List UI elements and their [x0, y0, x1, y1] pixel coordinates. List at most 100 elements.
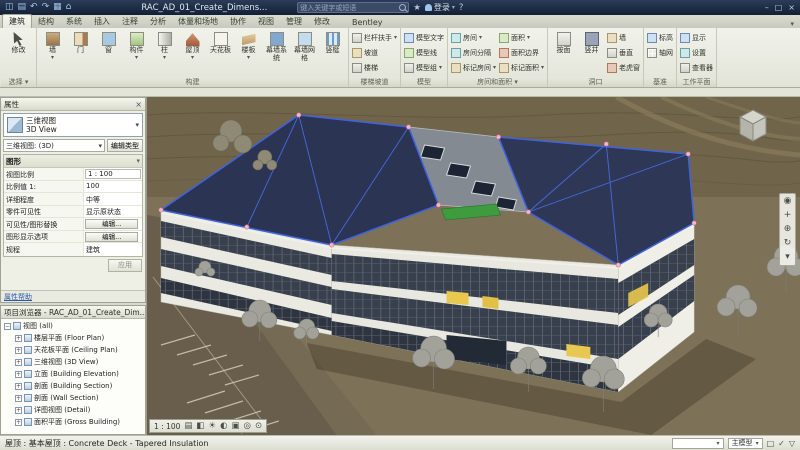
tab-annotate[interactable]: 注释: [116, 15, 144, 28]
type-selector[interactable]: 三维视图 3D View ▾: [3, 113, 143, 137]
editable-only-icon[interactable]: □: [767, 439, 775, 448]
apply-button[interactable]: 应用: [108, 259, 142, 272]
tree-item-wall-section[interactable]: + 剖面 (Wall Section): [1, 392, 145, 404]
search-icon[interactable]: [399, 4, 406, 11]
edit-graphic-display-button[interactable]: 编辑...: [85, 232, 138, 242]
scale-button[interactable]: 1 : 100: [154, 422, 180, 431]
collapse-expander-icon[interactable]: −: [4, 323, 11, 330]
opening-by-face-button[interactable]: 按面: [550, 29, 577, 55]
model-text-button[interactable]: 模型文字: [403, 30, 445, 45]
properties-header[interactable]: 属性 ×: [1, 98, 145, 111]
exchange-apps-icon[interactable]: ★: [413, 3, 421, 13]
panel-label-select[interactable]: 选择 ▾: [1, 77, 36, 87]
tree-item-building-elevation[interactable]: + 立面 (Building Elevation): [1, 368, 145, 380]
panel-label-circulation[interactable]: 楼梯坡道: [349, 77, 400, 87]
model-line-button[interactable]: 模型线: [403, 45, 445, 60]
panel-label-datum[interactable]: 基准: [644, 77, 676, 87]
tag-area-button[interactable]: 标记面积 ▾: [498, 60, 545, 75]
tab-bentley[interactable]: Bentley: [346, 17, 389, 28]
prop-row-scale-value[interactable]: 比例值 1: 100: [4, 181, 142, 194]
press-drag-check-icon[interactable]: ✓: [778, 439, 785, 448]
print-icon[interactable]: ▦: [53, 0, 62, 15]
railing-button[interactable]: 栏杆扶手 ▾: [351, 30, 398, 45]
expand-icon[interactable]: +: [15, 359, 22, 366]
viewer-button[interactable]: 查看器: [679, 60, 714, 75]
floor-button[interactable]: 楼板: [235, 29, 262, 60]
expand-icon[interactable]: +: [15, 395, 22, 402]
curtain-grid-button[interactable]: 幕墙网格: [291, 29, 318, 62]
reveal-hidden-button[interactable]: ⊙: [255, 419, 262, 433]
tab-modify[interactable]: 修改: [308, 15, 336, 28]
window-button[interactable]: 窗: [95, 29, 122, 55]
wall-opening-button[interactable]: 墙: [606, 30, 641, 45]
tab-systems[interactable]: 系统: [60, 15, 88, 28]
help-icon[interactable]: ?: [459, 3, 464, 13]
column-button[interactable]: 柱: [151, 29, 178, 60]
group-graphics[interactable]: 图形 ▾: [4, 155, 142, 168]
prop-row-visibility-overrides[interactable]: 可见性/图形替换 编辑...: [4, 218, 142, 231]
prop-row-detail-level[interactable]: 详细程度 中等: [4, 193, 142, 206]
project-browser-header[interactable]: 项目浏览器 - RAC_AD_01_Create_Dim... ×: [1, 306, 145, 319]
shaft-button[interactable]: 竖井: [578, 29, 605, 55]
save-icon[interactable]: ▤: [18, 0, 27, 15]
open-icon[interactable]: ◫: [5, 0, 14, 15]
instance-selector[interactable]: 三维视图: (3D) ▾: [3, 139, 105, 152]
prop-row-graphic-display[interactable]: 图形显示选项 编辑...: [4, 231, 142, 244]
grid-button[interactable]: 轴网: [646, 45, 674, 60]
close-icon[interactable]: ×: [135, 100, 142, 109]
sun-path-button[interactable]: ☀: [208, 419, 216, 433]
tab-manage[interactable]: 管理: [280, 15, 308, 28]
area-boundary-button[interactable]: 面积边界: [498, 45, 545, 60]
expand-icon[interactable]: +: [15, 419, 22, 426]
tab-collaborate[interactable]: 协作: [224, 15, 252, 28]
modify-button[interactable]: 修改: [3, 29, 34, 55]
tree-item-3d-view[interactable]: + 三维视图 (3D View): [1, 356, 145, 368]
maximize-button[interactable]: □: [775, 3, 783, 12]
steering-wheel-button[interactable]: ◉: [781, 195, 794, 208]
tab-structure[interactable]: 结构: [32, 15, 60, 28]
shadows-button[interactable]: ◐: [220, 419, 227, 433]
tab-insert[interactable]: 插入: [88, 15, 116, 28]
vertical-opening-button[interactable]: 垂直: [606, 45, 641, 60]
expand-icon[interactable]: +: [15, 335, 22, 342]
navbar-more-button[interactable]: ▾: [781, 251, 794, 264]
panel-label-model[interactable]: 模型: [401, 77, 447, 87]
wall-button[interactable]: 墙: [39, 29, 66, 60]
ramp-button[interactable]: 坡道: [351, 45, 398, 60]
dormer-button[interactable]: 老虎窗: [606, 60, 641, 75]
temporary-hide-button[interactable]: ◎: [244, 419, 251, 433]
zoom-button[interactable]: ⊕: [781, 223, 794, 236]
tree-item-detail-view[interactable]: + 详图视图 (Detail): [1, 404, 145, 416]
tab-architecture[interactable]: 建筑: [2, 14, 32, 28]
area-button[interactable]: 面积 ▾: [498, 30, 545, 45]
tab-massing-site[interactable]: 体量和场地: [172, 15, 224, 28]
3d-scene[interactable]: [147, 97, 800, 435]
worksets-dropdown[interactable]: ▾: [672, 438, 724, 449]
visual-style-button[interactable]: ◧: [196, 419, 204, 433]
curtain-system-button[interactable]: 幕墙系统: [263, 29, 290, 62]
tree-item-ceiling-plan[interactable]: + 天花板平面 (Ceiling Plan): [1, 344, 145, 356]
view-cube[interactable]: [730, 103, 776, 149]
door-button[interactable]: 门: [67, 29, 94, 55]
sign-in-button[interactable]: 登录 ▾: [425, 2, 455, 13]
level-button[interactable]: 标高: [646, 30, 674, 45]
pan-button[interactable]: +: [781, 209, 794, 222]
design-option-dropdown[interactable]: 主模型 ▾: [728, 438, 763, 449]
prop-row-view-scale[interactable]: 视图比例 1 : 100: [4, 168, 142, 181]
properties-help-link[interactable]: 属性帮助: [4, 292, 32, 302]
edit-type-button[interactable]: 编辑类型: [107, 139, 143, 152]
crop-view-button[interactable]: ▣: [232, 419, 240, 433]
expand-icon[interactable]: +: [15, 383, 22, 390]
edit-visibility-button[interactable]: 编辑...: [85, 219, 138, 229]
component-button[interactable]: 构件: [123, 29, 150, 60]
ribbon-display-toggle[interactable]: ▾: [790, 20, 794, 28]
search-box[interactable]: [297, 2, 409, 13]
prop-row-parts-visibility[interactable]: 零件可见性 显示原状态: [4, 206, 142, 219]
panel-label-opening[interactable]: 洞口: [548, 77, 643, 87]
model-group-button[interactable]: 模型组 ▾: [403, 60, 445, 75]
minimize-button[interactable]: –: [765, 3, 769, 12]
tree-item-floor-plan[interactable]: + 楼层平面 (Floor Plan): [1, 332, 145, 344]
roof-button[interactable]: 屋顶: [179, 29, 206, 60]
orbit-button[interactable]: ↻: [781, 237, 794, 250]
tag-room-button[interactable]: 标记房间 ▾: [450, 60, 497, 75]
